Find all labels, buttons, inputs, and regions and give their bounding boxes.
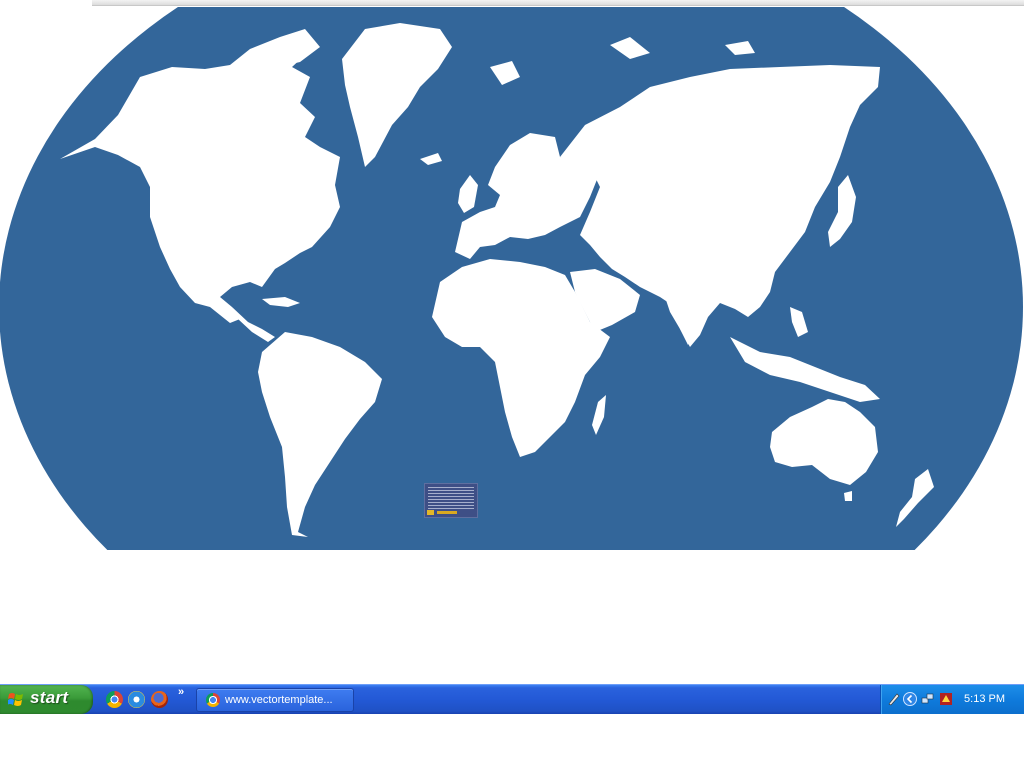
clock[interactable]: 5:13 PM <box>964 693 1005 705</box>
map-info-thumbnail[interactable] <box>424 483 478 518</box>
start-label: start <box>30 688 69 707</box>
security-alert-icon[interactable] <box>939 692 953 706</box>
show-hidden-icons-icon[interactable] <box>903 692 917 706</box>
firefox-icon[interactable] <box>151 691 168 708</box>
pen-tool-icon[interactable] <box>887 692 901 706</box>
ie-icon[interactable] <box>128 691 145 708</box>
quick-launch-chevron[interactable]: » <box>178 686 184 698</box>
world-map <box>0 7 1023 550</box>
world-map-viewport[interactable] <box>0 7 1024 550</box>
chrome-icon[interactable] <box>106 691 123 708</box>
windows-flag-icon <box>8 693 23 706</box>
info-logo <box>427 510 434 515</box>
chrome-icon <box>206 693 220 707</box>
task-button-browser[interactable]: www.vectortemplate... <box>196 688 354 712</box>
taskbar: start » www.vectortemplate... 5:13 PM <box>0 684 1024 714</box>
system-tray: 5:13 PM <box>880 685 1024 714</box>
browser-window-edge <box>0 0 1024 7</box>
task-button-label: www.vectortemplate... <box>225 694 333 706</box>
network-icon[interactable] <box>921 692 935 706</box>
window-frame-bottom <box>92 0 1024 6</box>
info-link-bar <box>437 511 457 514</box>
start-button[interactable]: start <box>0 685 93 714</box>
info-text-lines <box>428 487 474 509</box>
